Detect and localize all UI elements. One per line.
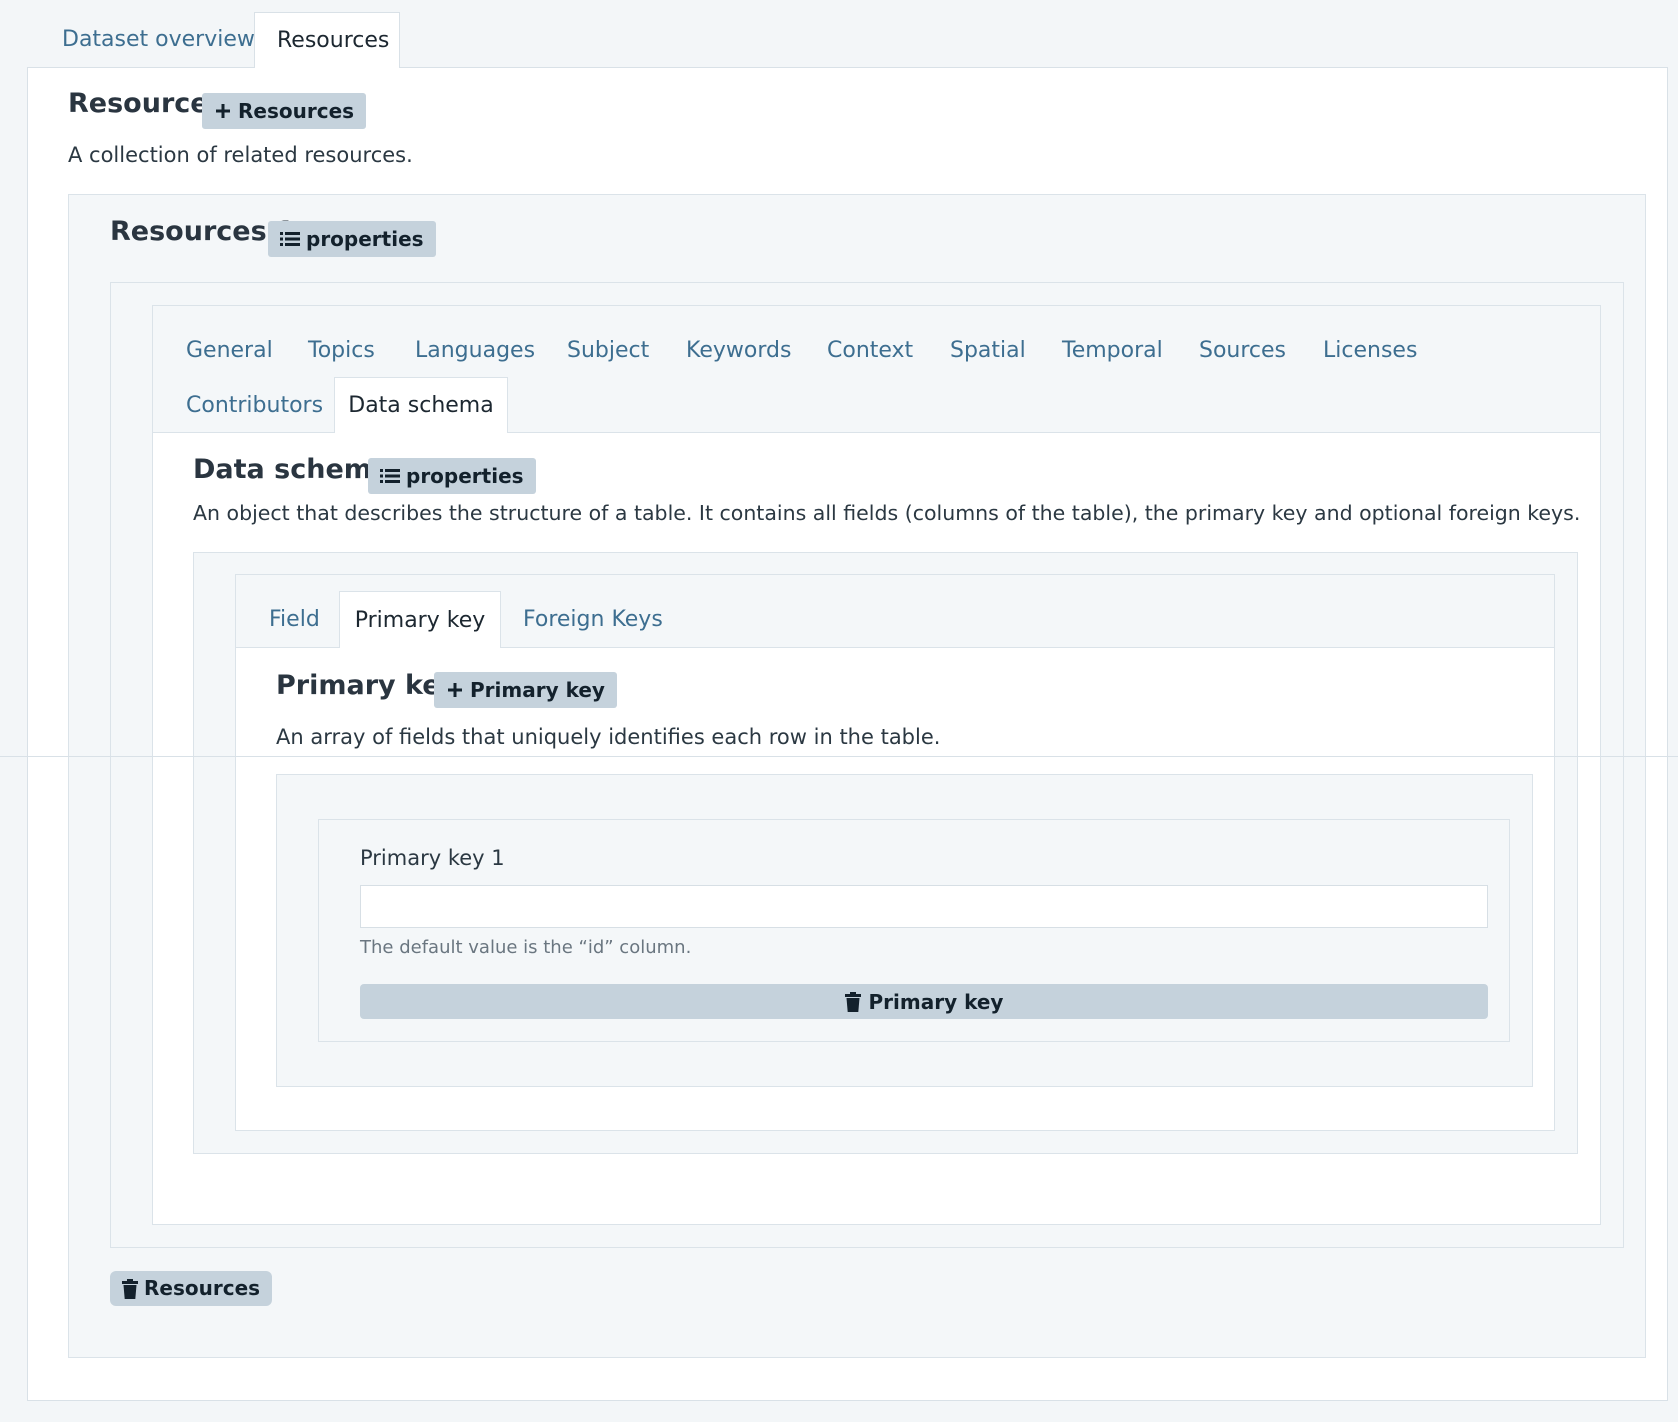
data-schema-properties-label: properties (406, 464, 524, 488)
data-schema-properties-button[interactable]: properties (368, 458, 536, 494)
tab-sources[interactable]: Sources (1199, 338, 1286, 363)
remove-primary-key-button[interactable]: Primary key (360, 984, 1488, 1019)
resource-properties-button[interactable]: properties (268, 221, 436, 257)
data-schema-title: Data schema (193, 454, 391, 485)
add-primary-key-button[interactable]: Primary key (434, 672, 617, 708)
tab-general[interactable]: General (186, 338, 273, 363)
divider-line (0, 756, 1678, 757)
trash-icon (844, 991, 861, 1012)
add-resources-button[interactable]: Resources (202, 93, 367, 129)
primary-key-1-input[interactable] (360, 885, 1488, 928)
tab-licenses[interactable]: Licenses (1323, 338, 1417, 363)
remove-primary-key-label: Primary key (868, 989, 1004, 1014)
tab-data-schema[interactable]: Data schema (334, 377, 508, 433)
primary-key-1-help: The default value is the “id” column. (360, 937, 692, 958)
add-resources-label: Resources (238, 99, 355, 123)
tab-primary-key[interactable]: Primary key (339, 591, 501, 648)
resources-description: A collection of related resources. (68, 143, 413, 167)
trash-icon (122, 1278, 138, 1299)
tab-languages[interactable]: Languages (415, 338, 535, 363)
primary-key-1-label: Primary key 1 (360, 846, 505, 870)
primary-key-title: Primary key (276, 670, 459, 701)
tab-dataset-overview[interactable]: Dataset overview (40, 12, 277, 68)
tab-resources[interactable]: Resources (254, 12, 400, 68)
add-primary-key-label: Primary key (470, 678, 605, 702)
tab-contributors[interactable]: Contributors (186, 393, 323, 418)
remove-resource-button[interactable]: Resources (110, 1271, 273, 1306)
remove-resource-label: Resources (144, 1276, 261, 1300)
tab-temporal[interactable]: Temporal (1062, 338, 1163, 363)
plus-icon (214, 102, 232, 120)
tab-spatial[interactable]: Spatial (950, 338, 1026, 363)
tab-foreign-keys[interactable]: Foreign Keys (523, 607, 663, 632)
tab-topics[interactable]: Topics (308, 338, 375, 363)
data-schema-description: An object that describes the structure o… (193, 501, 1581, 525)
resource-properties-label: properties (306, 227, 424, 251)
tab-field[interactable]: Field (269, 607, 320, 632)
tab-subject[interactable]: Subject (567, 338, 649, 363)
primary-key-description: An array of fields that uniquely identif… (276, 725, 941, 749)
list-icon (380, 468, 400, 484)
plus-icon (446, 681, 464, 699)
list-icon (280, 231, 300, 247)
tab-keywords[interactable]: Keywords (686, 338, 791, 363)
tab-context[interactable]: Context (827, 338, 913, 363)
